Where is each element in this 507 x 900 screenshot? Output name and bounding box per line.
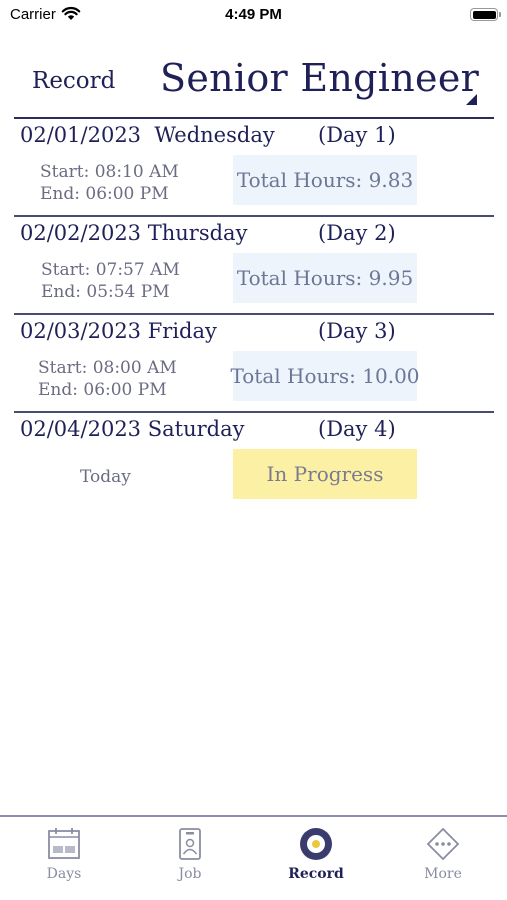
clock: 4:49 PM [225,6,282,23]
calendar-icon [48,828,80,859]
day-date: 02/03/2023 Friday [20,319,217,343]
tab-label: Record [288,866,344,882]
row-divider [14,215,494,217]
day-number: (Day 4) [318,417,396,441]
time-range: Start: 08:00 AM End: 06:00 PM [38,357,177,401]
end-time: End: 06:00 PM [40,184,169,204]
day-date: 02/04/2023 Saturday [20,417,245,441]
dropdown-triangle-icon[interactable] [466,94,477,105]
day-number: (Day 1) [318,123,396,147]
total-hours-box: Total Hours: 9.95 [233,253,417,303]
time-range: Start: 07:57 AM End: 05:54 PM [41,259,180,303]
day-date: 02/01/2023 Wednesday [20,123,275,147]
start-time: Start: 08:00 AM [38,358,177,378]
row-divider [14,313,494,315]
tab-more[interactable]: More [388,826,498,882]
tab-label: Job [178,866,202,882]
tab-bar-divider [0,815,507,817]
record-icon [300,828,332,860]
tab-record[interactable]: Record [261,826,371,882]
start-time: Start: 08:10 AM [40,162,179,182]
today-label: Today [80,467,131,487]
header-divider [14,117,494,119]
day-number: (Day 3) [318,319,396,343]
status-bar: Carrier 4:49 PM [0,0,507,30]
tab-label: More [424,866,462,882]
total-hours-box: Total Hours: 10.00 [230,351,420,401]
job-title-selector[interactable]: Senior Engineer [160,56,479,100]
end-time: End: 05:54 PM [41,282,170,302]
section-title: Record [32,68,116,94]
day-date: 02/02/2023 Thursday [20,221,248,245]
tab-label: Days [46,866,82,882]
time-range: Start: 08:10 AM End: 06:00 PM [40,161,179,205]
total-hours-box: Total Hours: 9.83 [233,155,417,205]
more-icon [426,827,460,861]
tab-job[interactable]: Job [135,826,245,882]
battery-icon [470,8,498,21]
day-number: (Day 2) [318,221,396,245]
tab-days[interactable]: Days [9,826,119,882]
row-divider [14,411,494,413]
id-badge-icon [179,828,201,860]
start-time: Start: 07:57 AM [41,260,180,280]
in-progress-badge: In Progress [233,449,417,499]
end-time: End: 06:00 PM [38,380,167,400]
